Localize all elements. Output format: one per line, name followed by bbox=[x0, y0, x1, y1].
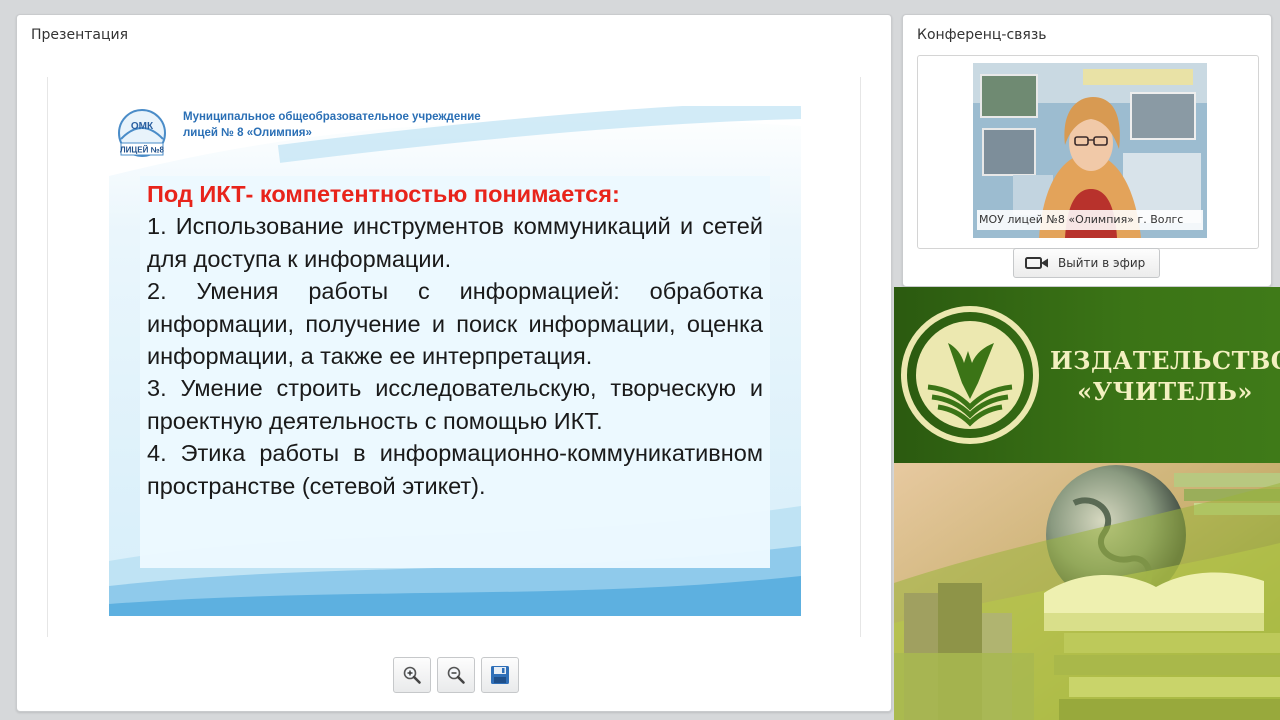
school-name-line-2: лицей № 8 «Олимпия» bbox=[183, 127, 312, 139]
slide: ОМК ЛИЦЕЙ №8 Муниципальное общеобразоват… bbox=[109, 106, 801, 616]
save-button[interactable] bbox=[481, 657, 519, 693]
banner-header: ИЗДАТЕЛЬСТВО «УЧИТЕЛЬ» bbox=[894, 287, 1280, 463]
slide-text-box: Под ИКТ- компетентностью понимается: 1. … bbox=[140, 176, 770, 568]
conference-title: Конференц-связь bbox=[917, 27, 1047, 43]
books-globe-image bbox=[894, 463, 1280, 720]
zoom-out-icon bbox=[447, 666, 465, 684]
presentation-title: Презентация bbox=[31, 27, 129, 43]
zoom-in-icon bbox=[403, 666, 421, 684]
slide-viewport: ОМК ЛИЦЕЙ №8 Муниципальное общеобразоват… bbox=[47, 77, 861, 637]
camera-icon bbox=[1025, 257, 1048, 269]
publisher-logo-icon bbox=[901, 306, 1039, 444]
go-live-label: Выйти в эфир bbox=[1058, 256, 1146, 270]
slide-heading: Под ИКТ- компетентностью понимается: bbox=[147, 181, 620, 207]
video-caption: МОУ лицей №8 «Олимпия» г. Волгс bbox=[977, 210, 1203, 230]
slide-item-2: 2. Умения работы с информацией: обработк… bbox=[147, 278, 763, 370]
zoom-in-button[interactable] bbox=[393, 657, 431, 693]
zoom-out-button[interactable] bbox=[437, 657, 475, 693]
slide-item-4: 4. Этика работы в информационно-коммуник… bbox=[147, 440, 763, 499]
publisher-banner[interactable]: ИЗДАТЕЛЬСТВО «УЧИТЕЛЬ» bbox=[894, 287, 1280, 720]
school-logo-top-text: ОМК bbox=[131, 121, 154, 132]
floppy-disk-icon bbox=[491, 666, 509, 684]
presentation-panel: Презентация ОМК ЛИЦЕЙ №8 Муниципальное о… bbox=[16, 14, 892, 712]
conference-panel: Конференц-связь МОУ лицей №8 «Олимпия» г… bbox=[902, 14, 1272, 287]
publisher-name-line-2: «УЧИТЕЛЬ» bbox=[1077, 377, 1253, 406]
slide-item-3: 3. Умение строить исследовательскую, тво… bbox=[147, 375, 763, 434]
video-frame: МОУ лицей №8 «Олимпия» г. Волгс bbox=[917, 55, 1259, 249]
publisher-name-line-1: ИЗДАТЕЛЬСТВО bbox=[1050, 346, 1280, 375]
school-name: Муниципальное общеобразовательное учрежд… bbox=[183, 109, 481, 141]
school-name-line-1: Муниципальное общеобразовательное учрежд… bbox=[183, 111, 481, 123]
go-live-button[interactable]: Выйти в эфир bbox=[1013, 248, 1160, 278]
school-logo-bottom-text: ЛИЦЕЙ №8 bbox=[120, 146, 164, 155]
publisher-name: ИЗДАТЕЛЬСТВО «УЧИТЕЛЬ» bbox=[1050, 345, 1280, 407]
school-logo: ОМК ЛИЦЕЙ №8 bbox=[118, 109, 166, 157]
video-stream[interactable]: МОУ лицей №8 «Олимпия» г. Волгс bbox=[973, 63, 1207, 238]
slide-item-1: 1. Использование инструментов коммуникац… bbox=[147, 213, 763, 272]
slide-toolbar bbox=[393, 657, 519, 693]
